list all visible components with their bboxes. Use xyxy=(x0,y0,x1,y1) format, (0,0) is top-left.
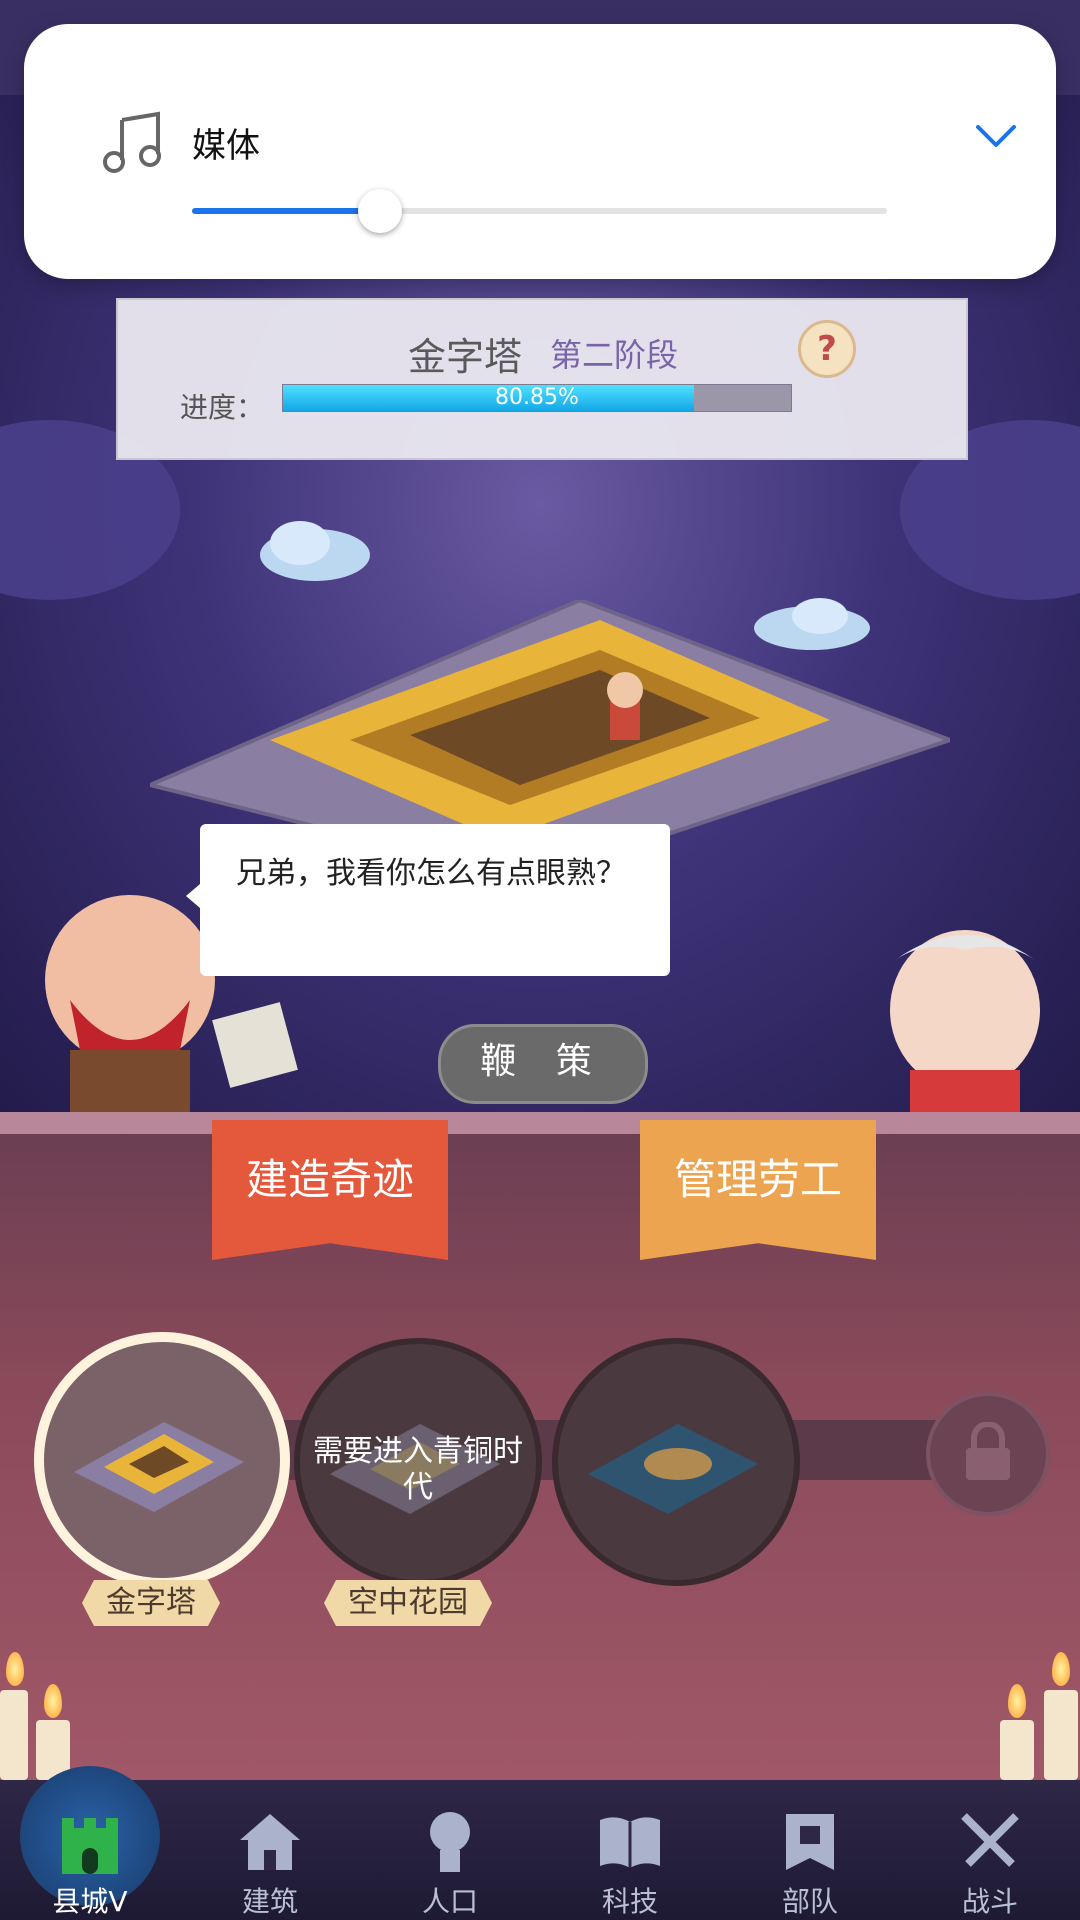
help-icon[interactable]: ? xyxy=(798,320,856,378)
candle-flame xyxy=(44,1684,62,1718)
nav-label: 科技 xyxy=(601,1885,658,1918)
candle xyxy=(1044,1690,1078,1780)
nav-label: 人口 xyxy=(421,1885,478,1918)
candle xyxy=(1000,1720,1034,1780)
nav-county[interactable]: 县城V xyxy=(0,1766,180,1920)
house-icon xyxy=(240,1814,300,1870)
nav-label: 县城V xyxy=(52,1885,128,1918)
pyramid-thumbnail xyxy=(74,1422,244,1512)
volume-slider-thumb[interactable] xyxy=(357,189,402,233)
book-icon xyxy=(600,1817,660,1868)
build-wonder-tab[interactable]: 建造奇迹 xyxy=(212,1120,448,1260)
banner-icon xyxy=(786,1814,834,1870)
nav-label: 建筑 xyxy=(241,1885,298,1918)
candle-flame xyxy=(6,1652,24,1686)
manage-labor-tab[interactable]: 管理劳工 xyxy=(640,1120,876,1260)
wonder-hanging-gardens[interactable]: 需要进入青铜时代 xyxy=(294,1338,542,1586)
volume-slider[interactable] xyxy=(192,189,887,233)
cloud-left-small xyxy=(260,521,370,581)
progress-bar: 80.85% xyxy=(282,384,792,412)
wonder-progress-panel: 金字塔 第二阶段 ? 进度： 80.85% xyxy=(116,298,968,460)
progress-label: 进度： xyxy=(180,391,265,424)
lock-icon xyxy=(966,1422,1010,1480)
crossed-swords-icon xyxy=(961,1813,1019,1867)
candle xyxy=(0,1690,28,1780)
nav-troops[interactable]: 部队 xyxy=(720,1780,900,1920)
nav-label: 部队 xyxy=(781,1885,838,1918)
music-note-icon xyxy=(103,111,161,173)
locked-requirement-text: 需要进入青铜时代 xyxy=(313,1434,523,1505)
candle-flame xyxy=(1052,1652,1070,1686)
nav-label: 战斗 xyxy=(961,1885,1018,1918)
cloud-right-small xyxy=(754,598,870,650)
person-icon xyxy=(430,1812,470,1872)
candle-flame xyxy=(1008,1684,1026,1718)
castle-icon xyxy=(62,1818,118,1874)
stage-shelf xyxy=(0,1112,1080,1134)
wonder-label-hanging-gardens: 空中花园 xyxy=(324,1580,492,1626)
nav-battle[interactable]: 战斗 xyxy=(900,1780,1080,1920)
wonder-title: 金字塔 xyxy=(408,335,523,379)
nav-buildings[interactable]: 建筑 xyxy=(180,1780,360,1920)
wonder-label-pyramid: 金字塔 xyxy=(82,1580,220,1626)
media-volume-panel: 媒体 xyxy=(24,24,1056,279)
volume-label: 媒体 xyxy=(192,126,260,166)
speech-text: 兄弟，我看你怎么有点眼熟？ xyxy=(236,856,626,891)
progress-text: 80.85% xyxy=(495,385,579,410)
speech-bubble: 兄弟，我看你怎么有点眼熟？ xyxy=(186,824,670,976)
locked-wonder-slot[interactable] xyxy=(926,1392,1050,1516)
elder-character xyxy=(890,930,1040,1120)
island-thumbnail xyxy=(588,1424,758,1514)
chevron-down-icon[interactable] xyxy=(974,119,1018,153)
wonder-stage: 第二阶段 xyxy=(550,336,679,374)
wonder-third[interactable] xyxy=(552,1338,800,1586)
wonder-pyramid[interactable] xyxy=(34,1332,290,1588)
bottom-navigation: 县城V 建筑 人口 科技 部队 战斗 xyxy=(0,1766,1080,1920)
nav-technology[interactable]: 科技 xyxy=(540,1780,720,1920)
whip-button[interactable]: 鞭 策 xyxy=(438,1024,648,1104)
nav-population[interactable]: 人口 xyxy=(360,1780,540,1920)
volume-slider-fill xyxy=(192,208,380,214)
